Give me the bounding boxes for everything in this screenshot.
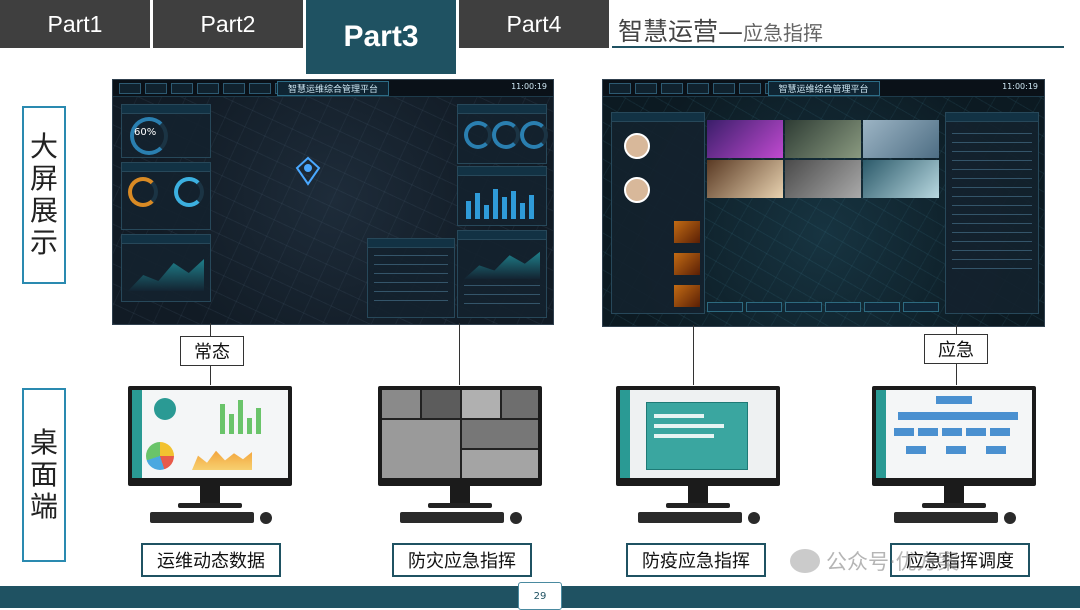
title-sub: 应急指挥 — [743, 21, 824, 45]
caption-ops-data: 运维动态数据 — [141, 543, 281, 577]
caption-epidemic-command: 防疫应急指挥 — [626, 543, 766, 577]
section-big-screen-char: 大 — [29, 130, 58, 163]
section-big-screen-char: 展 — [29, 194, 58, 227]
title-main: 智慧运营— — [618, 17, 744, 46]
section-desktop-char: 端 — [29, 490, 58, 523]
location-pin-icon — [295, 156, 321, 186]
device-gauge-panel — [457, 104, 548, 164]
title-underline — [612, 46, 1064, 48]
incident-thumbnail[interactable] — [674, 221, 700, 243]
section-big-screen-char: 屏 — [29, 162, 58, 195]
alarm-list-panel — [367, 238, 455, 318]
section-desktop: 桌 面 端 — [22, 388, 66, 562]
connector-line — [693, 325, 694, 385]
device-overview-panel: 60% — [121, 104, 211, 158]
deputy-avatar — [624, 177, 650, 203]
big-screen-normal: 智慧运维综合管理平台 11:00:19 60% — [112, 79, 554, 325]
caption-disaster-command: 防灾应急指挥 — [392, 543, 532, 577]
screen-clock: 11:00:19 — [511, 82, 547, 91]
energy-panel — [457, 230, 547, 318]
watermark-text: 公众号·优方案 — [826, 550, 959, 574]
screen-topbar: 智慧运维综合管理平台 11:00:19 — [113, 80, 553, 97]
tab-part2[interactable]: Part2 — [153, 0, 303, 48]
mode-normal-label: 常态 — [180, 336, 244, 366]
page-number: 29 — [518, 582, 562, 610]
section-big-screen-char: 示 — [29, 226, 58, 259]
screen-clock: 11:00:19 — [1002, 82, 1038, 91]
trend-panel — [121, 234, 211, 302]
screen-title: 智慧运维综合管理平台 — [767, 81, 880, 96]
bottom-toolbar — [707, 302, 940, 312]
tab-part4[interactable]: Part4 — [459, 0, 609, 48]
screen-title: 智慧运维综合管理平台 — [276, 81, 390, 96]
video-wall — [707, 120, 939, 200]
screen-topbar: 智慧运维综合管理平台 11:00:19 — [603, 80, 1044, 97]
response-plan-panel — [945, 112, 1039, 314]
watermark: 公众号·优方案 — [790, 546, 959, 576]
page-title: 智慧运营—应急指挥 — [618, 12, 823, 48]
device-status-panel — [121, 162, 211, 230]
incident-thumbnail[interactable] — [674, 285, 700, 307]
connector-line — [459, 323, 460, 385]
commander-avatar — [624, 133, 650, 159]
incident-thumbnail[interactable] — [674, 253, 700, 275]
section-desktop-char: 桌 — [29, 426, 58, 459]
wechat-icon — [790, 549, 820, 573]
big-screen-emergency: 智慧运维综合管理平台 11:00:19 — [602, 79, 1045, 327]
section-big-screen: 大 屏 展 示 — [22, 106, 66, 284]
work-order-panel — [457, 166, 547, 226]
tab-part1[interactable]: Part1 — [0, 0, 150, 48]
overview-percent: 60% — [134, 127, 157, 138]
mode-emergency-label: 应急 — [924, 334, 988, 364]
tab-part3[interactable]: Part3 — [306, 0, 456, 74]
command-team-panel — [611, 112, 705, 314]
section-desktop-char: 面 — [29, 458, 58, 491]
